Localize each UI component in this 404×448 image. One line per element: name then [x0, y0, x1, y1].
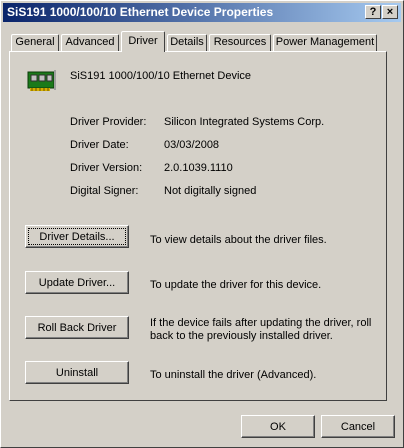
driver-tab-panel: SiS191 1000/100/10 Ethernet Device Drive… — [9, 51, 387, 401]
update-driver-button[interactable]: Update Driver... — [25, 271, 129, 294]
roll-back-driver-description: If the device fails after updating the d… — [150, 317, 372, 342]
tab-driver[interactable]: Driver — [121, 31, 165, 52]
tab-details[interactable]: Details — [167, 34, 207, 51]
cancel-button[interactable]: Cancel — [321, 415, 395, 438]
driver-details-description: To view details about the driver files. — [150, 234, 327, 246]
driver-date-label: Driver Date: — [70, 139, 129, 151]
tab-resources[interactable]: Resources — [209, 34, 271, 51]
driver-provider-value: Silicon Integrated Systems Corp. — [164, 116, 325, 128]
update-driver-description: To update the driver for this device. — [150, 279, 322, 291]
close-button[interactable]: × — [382, 5, 398, 19]
digital-signer-value: Not digitally signed — [164, 185, 257, 197]
driver-provider-label: Driver Provider: — [70, 116, 147, 128]
help-button[interactable]: ? — [365, 5, 381, 19]
driver-details-button[interactable]: Driver Details... — [25, 225, 129, 248]
network-adapter-icon — [27, 70, 56, 91]
window-title: SiS191 1000/100/10 Ethernet Device Prope… — [7, 5, 274, 19]
digital-signer-label: Digital Signer: — [70, 185, 139, 197]
uninstall-button[interactable]: Uninstall — [25, 361, 129, 384]
device-name: SiS191 1000/100/10 Ethernet Device — [70, 70, 252, 82]
title-bar[interactable]: SiS191 1000/100/10 Ethernet Device Prope… — [3, 3, 401, 22]
tab-advanced[interactable]: Advanced — [61, 34, 119, 51]
driver-version-value: 2.0.1039.1110 — [164, 162, 233, 174]
driver-version-label: Driver Version: — [70, 162, 143, 174]
driver-date-value: 03/03/2008 — [164, 139, 220, 151]
roll-back-driver-button[interactable]: Roll Back Driver — [25, 316, 129, 339]
tab-general[interactable]: General — [11, 34, 59, 51]
properties-window: SiS191 1000/100/10 Ethernet Device Prope… — [0, 0, 404, 448]
ok-button[interactable]: OK — [241, 415, 315, 438]
tab-power-management[interactable]: Power Management — [273, 34, 377, 51]
uninstall-description: To uninstall the driver (Advanced). — [150, 369, 317, 381]
